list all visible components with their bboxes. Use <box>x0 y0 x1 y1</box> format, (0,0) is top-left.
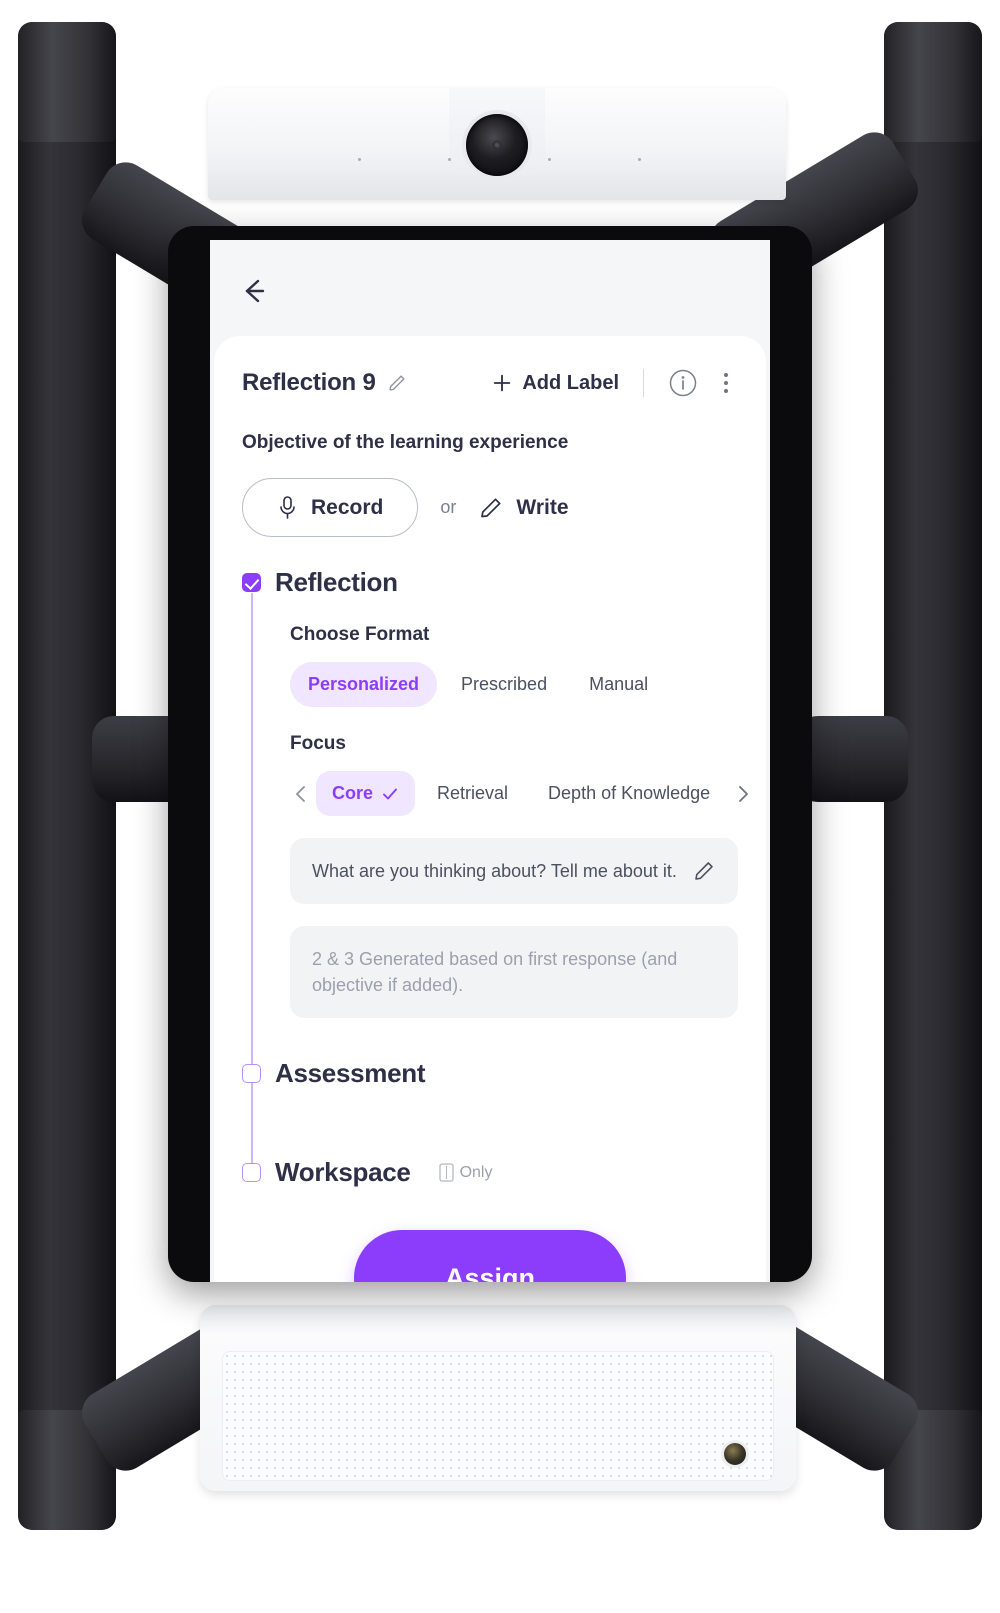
focus-chip-depth-of-knowledge[interactable]: Depth of Knowledge <box>530 771 728 816</box>
stand-post-right-cap-top <box>884 22 982 142</box>
camera-mic-dot-1 <box>358 158 361 161</box>
reflection-card: Reflection 9 Add Label Objective of the … <box>214 336 766 1282</box>
workspace-only-badge: Only <box>438 1163 493 1182</box>
workspace-checkbox[interactable] <box>242 1163 261 1183</box>
plus-icon <box>494 374 511 392</box>
camera-bar <box>208 88 786 200</box>
prompt-2-text: 2 & 3 Generated based on first response … <box>312 949 678 996</box>
add-label-button[interactable]: Add Label <box>491 372 619 395</box>
assign-button-wrap: Assign <box>242 1188 738 1282</box>
reflection-checkbox[interactable] <box>242 573 261 592</box>
reflection-bottom-spacer <box>290 1018 738 1058</box>
camera-mic-dot-2 <box>448 158 451 161</box>
assign-button[interactable]: Assign <box>354 1230 626 1282</box>
kebab-dot-1 <box>724 373 728 377</box>
focus-label: Focus <box>290 733 346 754</box>
record-button[interactable]: Record <box>242 478 419 537</box>
assessment-title: Assessment <box>275 1058 426 1089</box>
choose-format-label: Choose Format <box>290 624 430 645</box>
page-title: Reflection 9 <box>242 369 376 396</box>
reflection-title: Reflection <box>275 567 398 597</box>
workspace-only-text: Only <box>459 1163 493 1181</box>
device-scene: Reflection 9 Add Label Objective of the … <box>0 0 1000 1613</box>
back-arrow-icon[interactable] <box>236 274 270 308</box>
focus-carousel: Core Retrieval Depth of Knowledge <box>290 771 749 816</box>
pencil-icon[interactable] <box>386 372 408 394</box>
focus-chip-core-label: Core <box>332 783 374 803</box>
section-row-reflection[interactable]: Reflection <box>242 567 738 598</box>
stand-post-left-cap-top <box>18 22 116 142</box>
add-label-text: Add Label <box>522 371 619 394</box>
objective-input-row: Record or Write <box>242 478 738 537</box>
check-icon <box>383 788 397 799</box>
or-separator: or <box>440 497 457 517</box>
speaker-base <box>200 1305 796 1491</box>
record-label: Record <box>311 495 384 519</box>
tablet-icon <box>438 1163 454 1182</box>
chevron-left-icon[interactable] <box>290 783 312 805</box>
kebab-menu-icon[interactable] <box>714 368 738 398</box>
section-timeline: Reflection Choose Format Personalized Pr… <box>242 567 749 1188</box>
pencil-icon <box>481 497 501 517</box>
power-port-icon <box>724 1443 746 1465</box>
assessment-checkbox[interactable] <box>242 1064 261 1084</box>
prompt-2-field[interactable]: 2 & 3 Generated based on first response … <box>290 926 738 1019</box>
camera-mic-dot-4 <box>638 158 641 161</box>
info-circle-icon[interactable] <box>668 368 698 398</box>
speaker-grille-icon <box>222 1351 774 1481</box>
format-chip-prescribed[interactable]: Prescribed <box>443 662 565 707</box>
workspace-title: Workspace <box>275 1157 411 1188</box>
format-chip-personalized[interactable]: Personalized <box>290 662 438 707</box>
write-button[interactable]: Write <box>478 495 569 521</box>
card-header: Reflection 9 Add Label <box>242 368 738 398</box>
assessment-spacer-2 <box>242 1123 738 1157</box>
camera-lens-icon <box>466 114 528 176</box>
section-row-workspace[interactable]: Workspace Only <box>242 1157 738 1188</box>
kebab-dot-2 <box>724 381 728 385</box>
focus-chip-core[interactable]: Core <box>316 771 416 816</box>
tablet-frame: Reflection 9 Add Label Objective of the … <box>168 226 812 1282</box>
chevron-right-icon[interactable] <box>732 783 754 805</box>
header-divider <box>643 369 644 397</box>
section-row-assessment[interactable]: Assessment <box>242 1058 738 1089</box>
write-label: Write <box>516 495 569 519</box>
microphone-icon <box>280 496 295 519</box>
format-chip-group: Personalized Prescribed Manual <box>290 662 738 707</box>
stand-grip-right <box>796 716 908 802</box>
pencil-icon[interactable] <box>692 859 716 883</box>
prompt-1-text: What are you thinking about? Tell me abo… <box>312 861 677 881</box>
camera-mic-dot-3 <box>548 158 551 161</box>
prompt-1-field[interactable]: What are you thinking about? Tell me abo… <box>290 838 738 905</box>
objective-label: Objective of the learning experience <box>242 432 569 453</box>
tablet-screen: Reflection 9 Add Label Objective of the … <box>210 240 770 1282</box>
back-button[interactable] <box>210 240 770 308</box>
kebab-dot-3 <box>724 389 728 393</box>
format-chip-manual[interactable]: Manual <box>571 662 666 707</box>
reflection-body: Choose Format Personalized Prescribed Ma… <box>242 624 749 1058</box>
focus-chip-retrieval[interactable]: Retrieval <box>419 771 526 816</box>
assessment-spacer <box>242 1089 738 1123</box>
